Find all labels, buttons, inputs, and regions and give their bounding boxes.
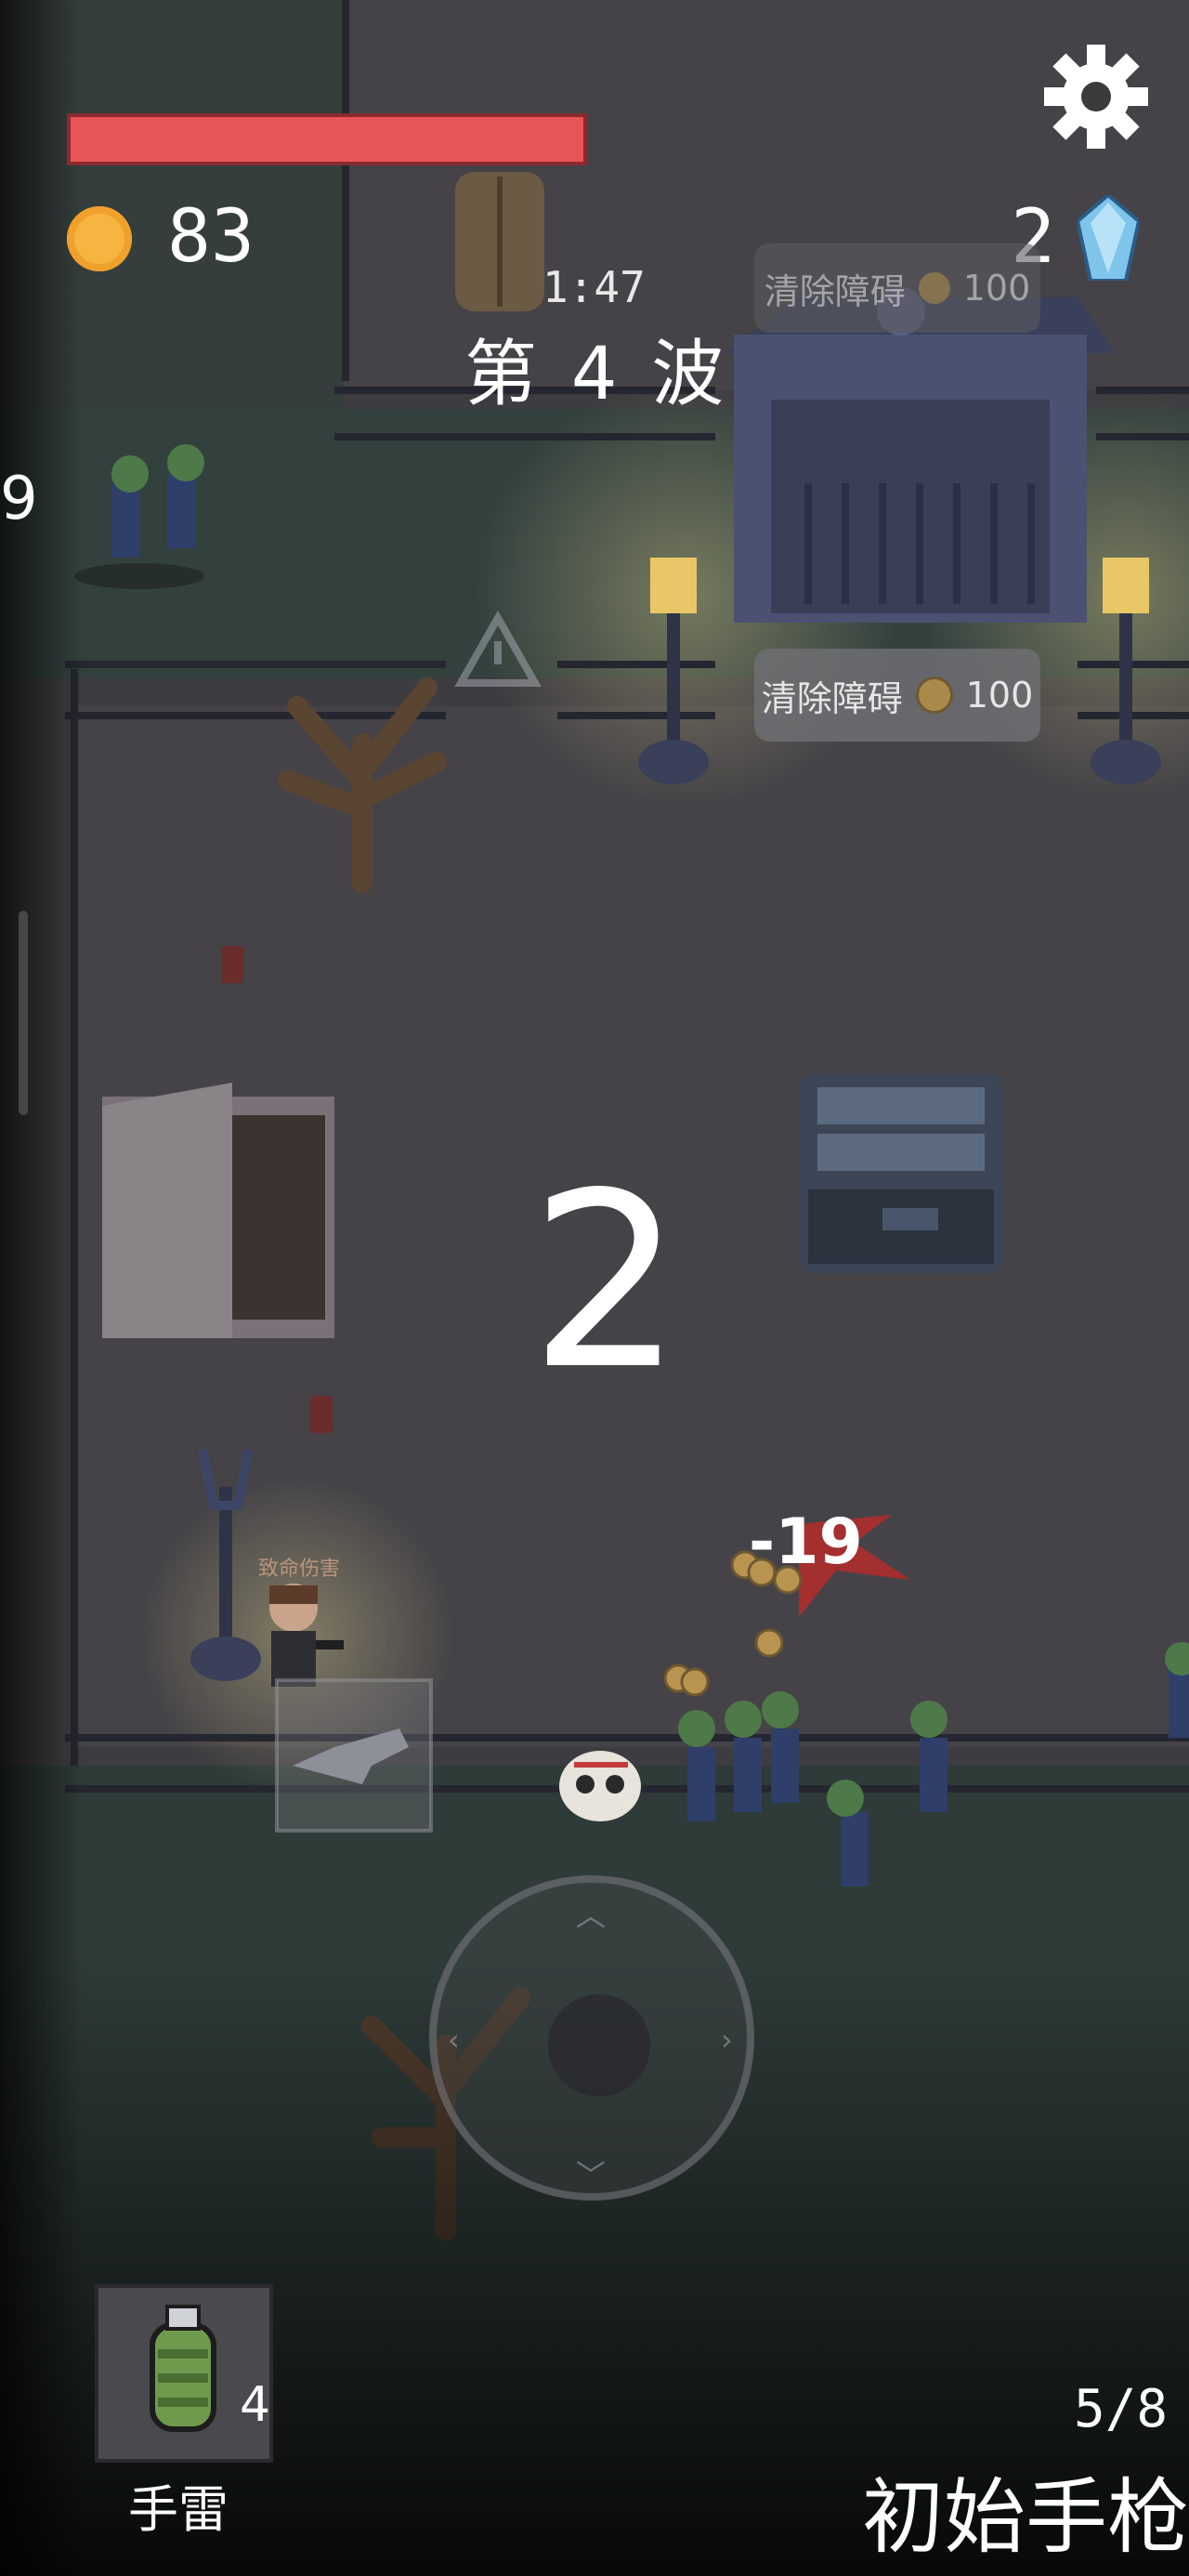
coin-icon <box>918 272 950 304</box>
weapon-name[interactable]: 初始手枪 <box>862 2451 1189 2569</box>
wave-indicator: 第 4 波 <box>464 316 729 420</box>
ammo-count: 5/8 <box>1074 2379 1169 2439</box>
virtual-joystick[interactable]: ︿ ﹀ ‹ › <box>429 1875 754 2201</box>
joystick-knob[interactable] <box>548 1994 650 2096</box>
grenade-button[interactable]: 4 <box>95 2284 273 2463</box>
generator <box>799 1073 1003 1273</box>
clear-obstacle-ghost-cost: 100 <box>962 268 1031 309</box>
wave-suffix: 波 <box>651 333 730 416</box>
open-tomb <box>102 1083 334 1338</box>
settings-gear-icon[interactable] <box>1040 41 1152 152</box>
damage-popup: -19 <box>749 1505 863 1579</box>
grenade-count: 4 <box>240 2377 271 2433</box>
wave-number: 4 <box>570 333 623 416</box>
wave-timer: 1:47 <box>542 262 646 312</box>
coin-icon <box>67 206 132 271</box>
skull <box>559 1751 641 1821</box>
offscreen-counter: 9 <box>0 465 38 533</box>
clear-obstacle-label: 清除障碍 <box>761 677 903 719</box>
clear-obstacle-cost: 100 <box>965 675 1034 716</box>
grenade-icon <box>150 2305 216 2432</box>
chevron-up-icon: ︿ <box>576 1898 607 1933</box>
barrel <box>310 1396 333 1433</box>
clear-obstacle-button[interactable]: 清除障碍 100 <box>754 649 1040 742</box>
coffin <box>455 172 544 311</box>
coin-count: 83 <box>167 195 255 279</box>
chevron-down-icon: ﹀ <box>576 2158 607 2193</box>
chevron-right-icon: › <box>721 2022 733 2057</box>
chevron-left-icon: ‹ <box>448 2022 460 2057</box>
clear-obstacle-button-ghost: 清除障碍 100 <box>754 243 1040 333</box>
coin-icon <box>915 677 953 714</box>
gem-icon <box>1078 195 1139 281</box>
grenade-label: 手雷 <box>128 2480 229 2539</box>
barrel <box>221 946 243 983</box>
mausoleum <box>725 287 1115 623</box>
scrollbar[interactable] <box>19 911 28 1115</box>
clear-obstacle-ghost-label: 清除障碍 <box>764 270 906 312</box>
wave-countdown: 2 <box>529 1142 684 1423</box>
crit-damage-label: 致命伤害 <box>258 1557 341 1581</box>
health-bar <box>67 113 587 165</box>
wave-prefix: 第 <box>464 333 543 416</box>
